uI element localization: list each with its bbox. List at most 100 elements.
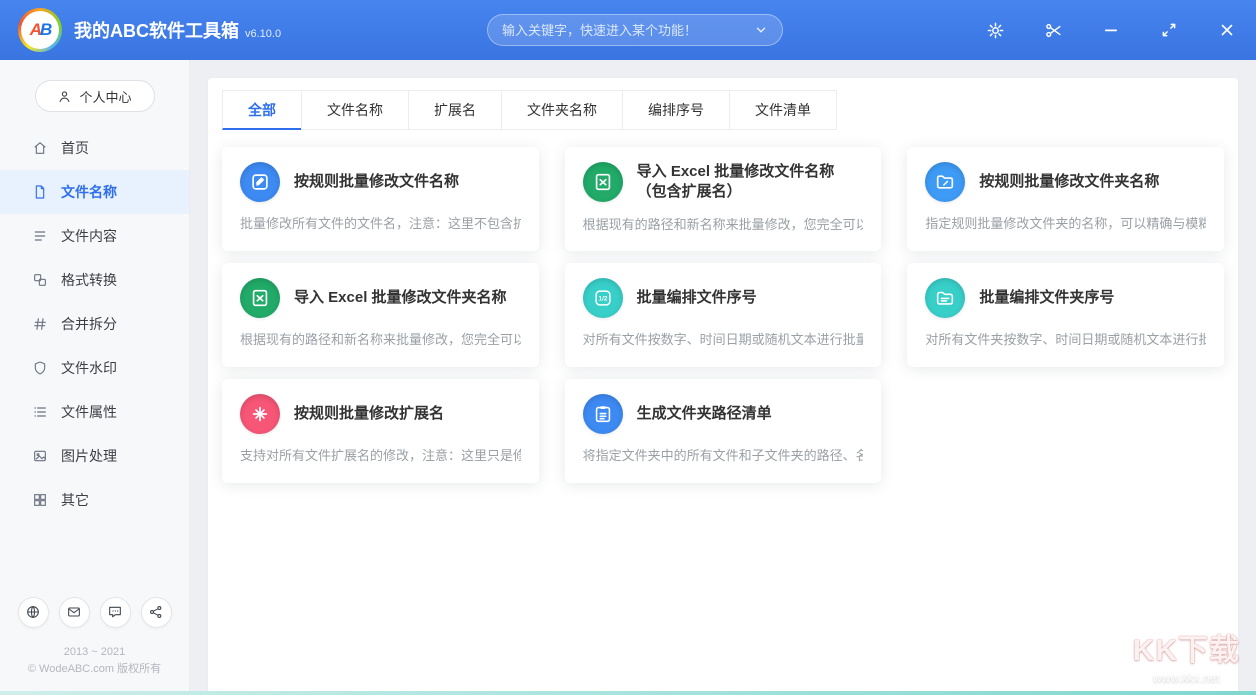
excel-import-icon (240, 278, 280, 318)
sidebar-item-other[interactable]: 其它 (0, 478, 189, 522)
card-title: 按规则批量修改文件名称 (294, 172, 459, 192)
sidebar-item-label: 文件名称 (61, 182, 117, 202)
chat-bubble-icon[interactable] (100, 597, 131, 628)
sidebar-nav: 首页 文件名称 文件内容 格式转换 合并拆分 文件水印 (0, 126, 189, 522)
tab-label: 文件名称 (327, 100, 383, 120)
tab-extension[interactable]: 扩展名 (408, 90, 502, 130)
tab-numbering[interactable]: 编排序号 (622, 90, 730, 130)
category-tabs: 全部 文件名称 扩展名 文件夹名称 编排序号 文件清单 (222, 90, 1224, 130)
card-title: 生成文件夹路径清单 (637, 404, 772, 424)
tab-label: 扩展名 (434, 100, 476, 120)
card-desc: 批量修改所有文件的文件名，注意：这里不包含扩展名 (240, 213, 521, 232)
home-icon (32, 140, 48, 156)
browser-globe-icon[interactable] (18, 597, 49, 628)
search-input[interactable] (502, 23, 746, 38)
app-version: v6.10.0 (245, 28, 281, 40)
sidebar-footer: 2013 ~ 2021 © WodeABC.com 版权所有 (0, 644, 189, 695)
file-icon (32, 184, 48, 200)
card-excel-rename-folders[interactable]: 导入 Excel 批量修改文件夹名称 根据现有的路径和新名称来批量修改，您完全可… (222, 263, 539, 367)
settings-gear-icon[interactable] (984, 19, 1006, 41)
tab-label: 全部 (248, 100, 276, 120)
card-desc: 对所有文件夹按数字、时间日期或随机文本进行批量修 (925, 329, 1206, 348)
bottom-strip (0, 691, 1256, 695)
card-title: 导入 Excel 批量修改文件名称（包含扩展名） (637, 162, 864, 203)
titlebar: AB 我的ABC软件工具箱v6.10.0 (0, 0, 1256, 60)
edit-folder-icon (925, 162, 965, 202)
number-file-icon: 1/2 (583, 278, 623, 318)
image-icon (32, 448, 48, 464)
copyright-owner: © WodeABC.com 版权所有 (0, 661, 189, 679)
sidebar-item-label: 其它 (61, 490, 89, 510)
share-nodes-icon[interactable] (141, 597, 172, 628)
person-icon (57, 89, 72, 104)
card-number-folders[interactable]: 批量编排文件夹序号 对所有文件夹按数字、时间日期或随机文本进行批量修 (907, 263, 1224, 367)
number-folder-icon (925, 278, 965, 318)
content-panel: 全部 文件名称 扩展名 文件夹名称 编排序号 文件清单 按规则批量修改文件名称 … (208, 78, 1238, 695)
tab-folder-name[interactable]: 文件夹名称 (501, 90, 623, 130)
tab-label: 编排序号 (648, 100, 704, 120)
card-desc: 将指定文件夹中的所有文件和子文件夹的路径、名称、 (583, 445, 864, 464)
card-title: 批量编排文件夹序号 (979, 288, 1114, 308)
tab-all[interactable]: 全部 (222, 90, 302, 130)
tab-label: 文件夹名称 (527, 100, 597, 120)
edit-file-icon (240, 162, 280, 202)
card-rename-folders[interactable]: 按规则批量修改文件夹名称 指定规则批量修改文件夹的名称，可以精确与模糊查找 (907, 147, 1224, 251)
sidebar-item-image-process[interactable]: 图片处理 (0, 434, 189, 478)
profile-center-label: 个人中心 (79, 87, 131, 106)
chevron-down-icon[interactable] (754, 23, 768, 37)
convert-arrows-icon (32, 272, 48, 288)
card-rename-extensions[interactable]: 按规则批量修改扩展名 支持对所有文件扩展名的修改，注意：这里只是修改扩 (222, 379, 539, 483)
profile-center-button[interactable]: 个人中心 (35, 80, 155, 112)
tab-label: 文件清单 (755, 100, 811, 120)
puzzle-icon (240, 394, 280, 434)
card-title: 按规则批量修改文件夹名称 (979, 172, 1159, 192)
hash-icon (32, 316, 48, 332)
card-title: 批量编排文件序号 (637, 288, 757, 308)
sidebar-item-label: 图片处理 (61, 446, 117, 466)
clipboard-list-icon (583, 394, 623, 434)
resize-button[interactable] (1158, 19, 1180, 41)
main-area: 全部 文件名称 扩展名 文件夹名称 编排序号 文件清单 按规则批量修改文件名称 … (190, 60, 1256, 695)
sidebar-item-format-convert[interactable]: 格式转换 (0, 258, 189, 302)
close-button[interactable] (1216, 19, 1238, 41)
sidebar-item-label: 文件内容 (61, 226, 117, 246)
sidebar: 个人中心 首页 文件名称 文件内容 格式转换 合并拆分 (0, 60, 190, 695)
sidebar-item-home[interactable]: 首页 (0, 126, 189, 170)
quick-search-box[interactable] (487, 14, 783, 46)
lines-list-icon (32, 228, 48, 244)
card-excel-rename-files[interactable]: 导入 Excel 批量修改文件名称（包含扩展名） 根据现有的路径和新名称来批量修… (565, 147, 882, 251)
card-title: 导入 Excel 批量修改文件夹名称 (294, 288, 507, 308)
sidebar-item-label: 首页 (61, 138, 89, 158)
card-desc: 支持对所有文件扩展名的修改，注意：这里只是修改扩 (240, 445, 521, 464)
app-logo-letters: AB (21, 11, 59, 49)
svg-text:1/2: 1/2 (598, 296, 607, 303)
sidebar-item-label: 合并拆分 (61, 314, 117, 334)
tab-file-list[interactable]: 文件清单 (729, 90, 837, 130)
card-desc: 根据现有的路径和新名称来批量修改，您完全可以利用 (583, 214, 864, 233)
minimize-button[interactable] (1100, 19, 1122, 41)
app-logo: AB (18, 8, 62, 52)
card-rename-files[interactable]: 按规则批量修改文件名称 批量修改所有文件的文件名，注意：这里不包含扩展名 (222, 147, 539, 251)
card-title: 按规则批量修改扩展名 (294, 404, 444, 424)
grid-icon (32, 492, 48, 508)
sidebar-social-row (18, 573, 172, 628)
scissors-tool-icon[interactable] (1042, 19, 1064, 41)
app-title: 我的ABC软件工具箱v6.10.0 (74, 17, 281, 43)
card-number-files[interactable]: 1/2 批量编排文件序号 对所有文件按数字、时间日期或随机文本进行批量修改 (565, 263, 882, 367)
titlebar-actions (984, 19, 1238, 41)
copyright-years: 2013 ~ 2021 (0, 644, 189, 662)
sidebar-item-file-content[interactable]: 文件内容 (0, 214, 189, 258)
sidebar-item-label: 文件属性 (61, 402, 117, 422)
tab-file-name[interactable]: 文件名称 (301, 90, 409, 130)
mail-icon[interactable] (59, 597, 90, 628)
card-desc: 对所有文件按数字、时间日期或随机文本进行批量修改 (583, 329, 864, 348)
sidebar-item-merge-split[interactable]: 合并拆分 (0, 302, 189, 346)
card-folder-path-list[interactable]: 生成文件夹路径清单 将指定文件夹中的所有文件和子文件夹的路径、名称、 (565, 379, 882, 483)
sidebar-item-file-name[interactable]: 文件名称 (0, 170, 189, 214)
sidebar-item-watermark[interactable]: 文件水印 (0, 346, 189, 390)
card-desc: 根据现有的路径和新名称来批量修改，您完全可以利用 (240, 329, 521, 348)
feature-card-grid: 按规则批量修改文件名称 批量修改所有文件的文件名，注意：这里不包含扩展名 导入 … (222, 147, 1224, 483)
sidebar-item-file-attrs[interactable]: 文件属性 (0, 390, 189, 434)
bulleted-list-icon (32, 404, 48, 420)
excel-import-icon (583, 162, 623, 202)
